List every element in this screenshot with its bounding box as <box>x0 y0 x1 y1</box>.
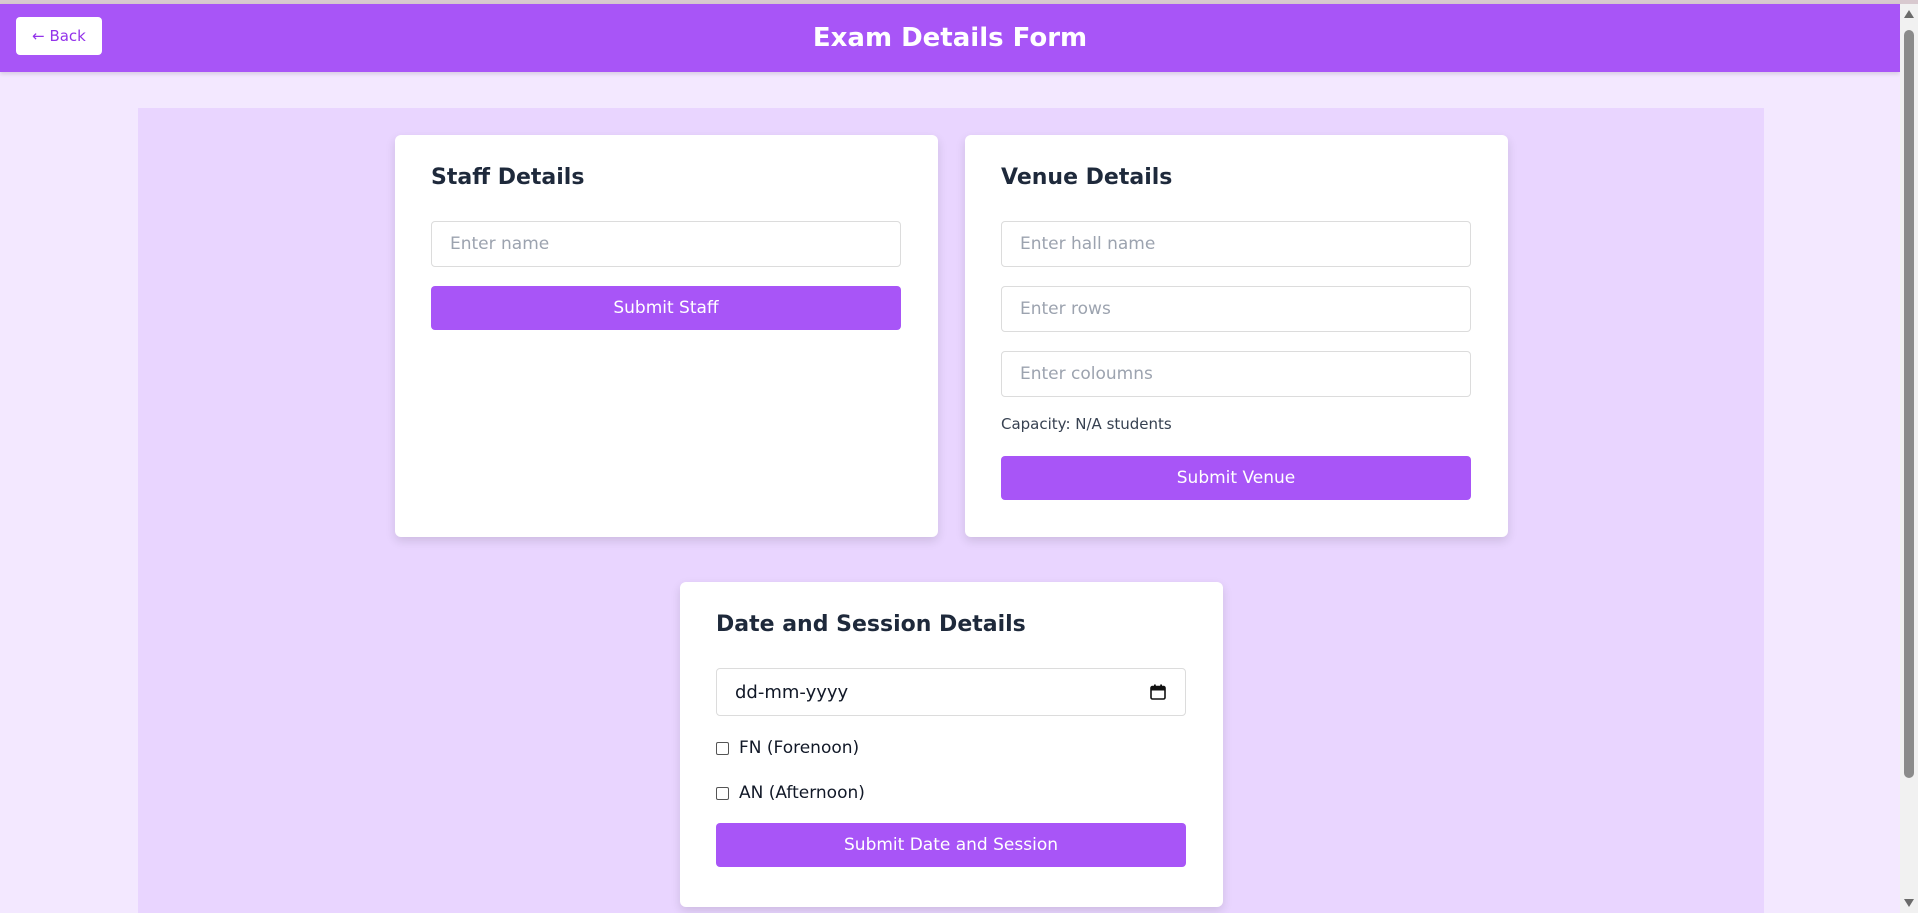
main-panel: Staff Details Submit Staff Venue Details… <box>138 108 1764 913</box>
an-session-option[interactable]: AN (Afternoon) <box>716 783 865 803</box>
staff-details-heading: Staff Details <box>431 165 585 190</box>
vertical-scrollbar[interactable] <box>1900 4 1918 913</box>
capacity-text: Capacity: N/A students <box>1001 415 1172 433</box>
scroll-up-icon[interactable] <box>1904 10 1914 18</box>
fn-session-option[interactable]: FN (Forenoon) <box>716 738 859 758</box>
an-label: AN (Afternoon) <box>739 783 865 803</box>
hall-name-input[interactable] <box>1001 221 1471 267</box>
scrollbar-thumb[interactable] <box>1904 30 1914 778</box>
submit-staff-button[interactable]: Submit Staff <box>431 286 901 330</box>
calendar-icon[interactable] <box>1149 683 1167 701</box>
date-input[interactable]: dd-mm-yyyy <box>716 668 1186 716</box>
an-checkbox[interactable] <box>716 786 729 800</box>
columns-input[interactable] <box>1001 351 1471 397</box>
venue-details-heading: Venue Details <box>1001 165 1173 190</box>
back-button[interactable]: ← Back <box>16 17 102 55</box>
date-session-card: Date and Session Details dd-mm-yyyy FN (… <box>680 582 1223 907</box>
submit-venue-button[interactable]: Submit Venue <box>1001 456 1471 500</box>
date-input-value: dd-mm-yyyy <box>735 681 849 703</box>
staff-details-card: Staff Details Submit Staff <box>395 135 938 537</box>
scroll-down-icon[interactable] <box>1904 899 1914 907</box>
venue-details-card: Venue Details Capacity: N/A students Sub… <box>965 135 1508 537</box>
submit-date-session-button[interactable]: Submit Date and Session <box>716 823 1186 867</box>
fn-label: FN (Forenoon) <box>739 738 860 758</box>
date-session-heading: Date and Session Details <box>716 612 1026 637</box>
staff-name-input[interactable] <box>431 221 901 267</box>
rows-input[interactable] <box>1001 286 1471 332</box>
page-title: Exam Details Form <box>812 23 1088 53</box>
fn-checkbox[interactable] <box>716 741 729 755</box>
app-header: Exam Details Form ← Back <box>0 4 1900 72</box>
